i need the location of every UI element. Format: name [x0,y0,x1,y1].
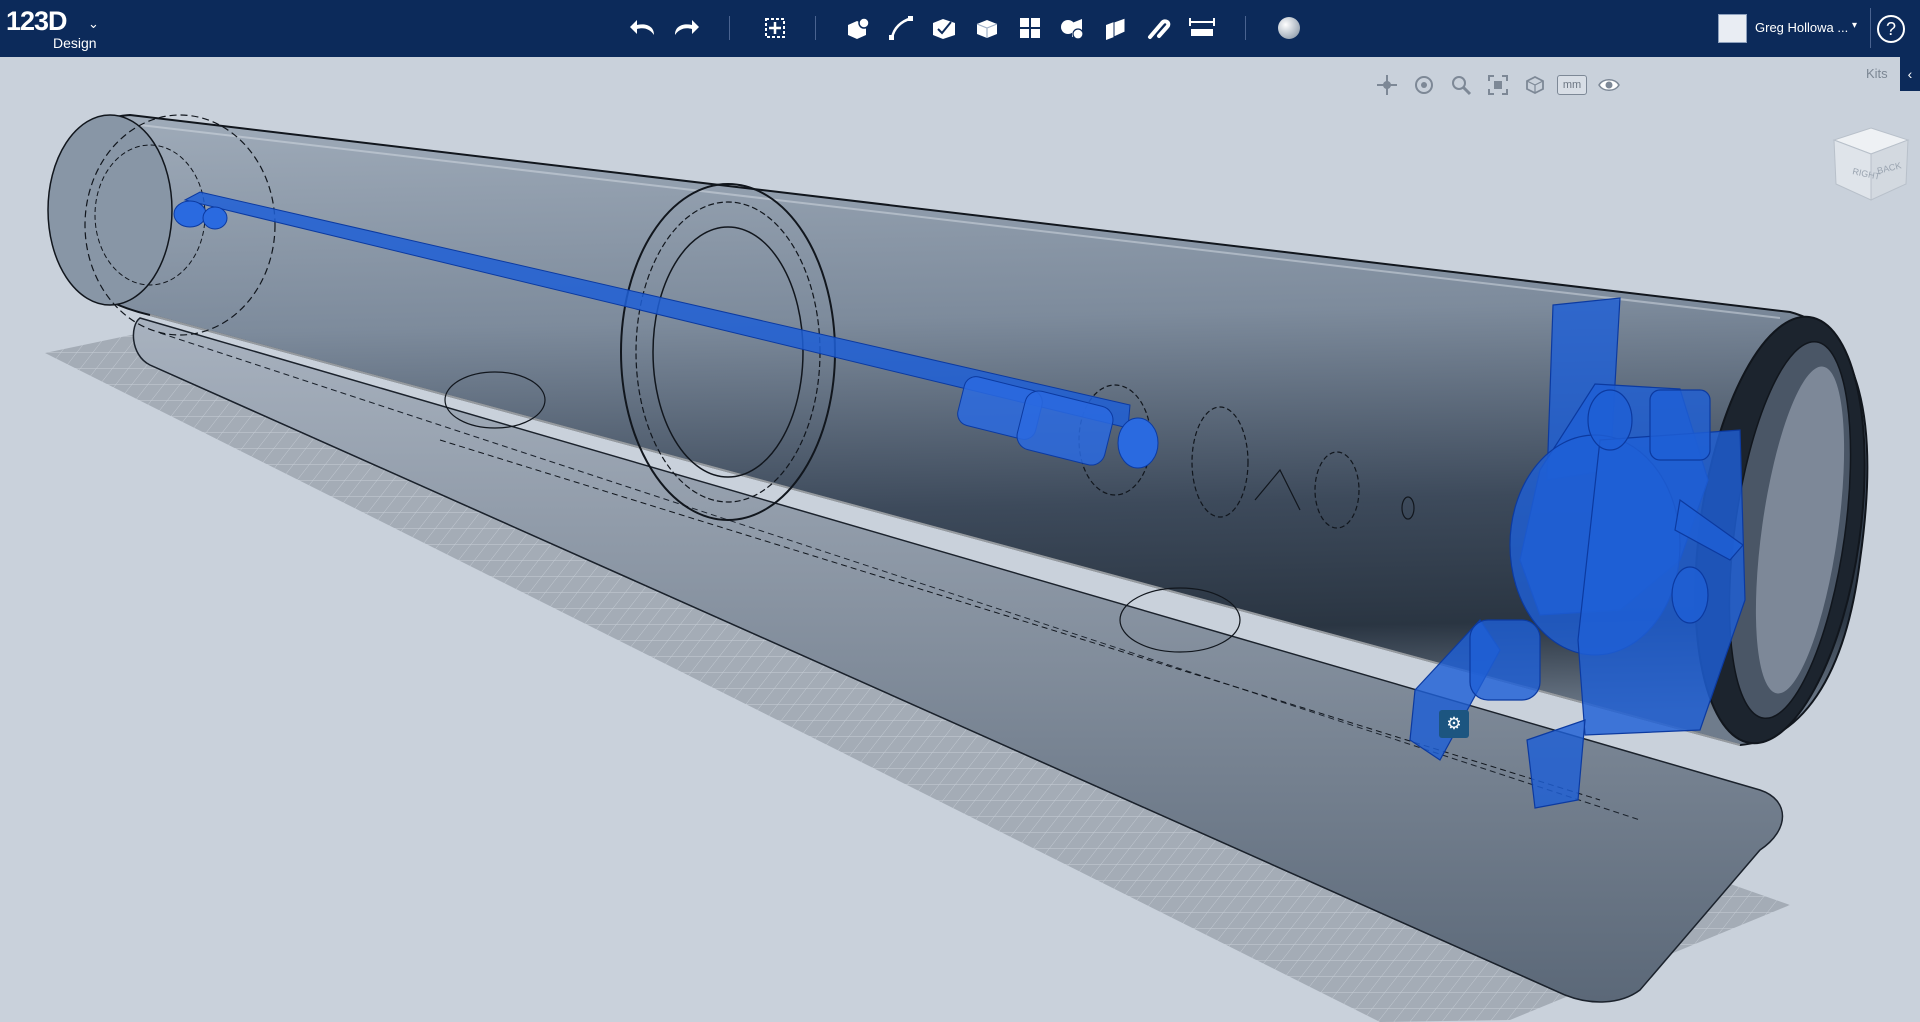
modify-button[interactable] [970,11,1004,45]
modify-icon [976,20,998,38]
units-button[interactable]: mm [1557,75,1587,95]
measure-button[interactable] [1185,11,1219,45]
undo-button[interactable] [626,11,660,45]
visibility-button[interactable] [1594,70,1624,100]
pattern-button[interactable] [1013,11,1047,45]
material-button[interactable] [1272,11,1306,45]
top-toolbar: 123D ⌄ Design Greg Hollowa ... ▾ ? [0,0,1920,57]
combine-icon [1106,17,1126,40]
redo-button[interactable] [669,11,703,45]
sketch-icon [889,16,913,40]
zoom-icon [1452,76,1472,96]
pan-button[interactable] [1372,70,1402,100]
grouping-button[interactable] [1056,11,1090,45]
toolbar-separator [1870,8,1871,48]
selection-settings-button[interactable]: ⚙ [1439,710,1469,738]
toolbar-separator [1245,16,1246,40]
view-navigation-bar: mm [1372,70,1624,100]
view-cube[interactable]: RIGHT BACK [1826,118,1916,208]
app-logo: 123D [6,6,68,36]
pattern-icon [1020,18,1040,38]
primitives-icon [848,17,870,39]
3d-viewport[interactable]: ⚙ [0,57,1920,1022]
app-logo-subtitle: Design [53,35,97,51]
view-mode-button[interactable] [1520,70,1550,100]
primitives-button[interactable] [841,11,875,45]
kits-panel-toggle[interactable]: ‹ [1900,57,1920,91]
fit-view-button[interactable] [1483,70,1513,100]
sketch-button[interactable] [884,11,918,45]
construct-button[interactable] [927,11,961,45]
kits-label[interactable]: Kits [1866,66,1888,81]
eye-icon [1598,79,1620,91]
model-scene [45,113,1869,1022]
logo-menu-chevron-icon: ⌄ [88,16,99,31]
orbit-button[interactable] [1409,70,1439,100]
snap-button[interactable] [1142,11,1176,45]
fit-icon [1488,75,1508,95]
app-logo-menu[interactable]: 123D ⌄ Design [6,6,106,52]
view-cube-graphic: RIGHT BACK [1832,127,1910,201]
toolbar-separator [729,16,730,40]
grouping-icon [1061,19,1084,40]
measure-icon [1189,18,1215,36]
help-button[interactable]: ? [1877,15,1905,43]
combine-button[interactable] [1099,11,1133,45]
orbit-icon [1415,76,1433,94]
user-name[interactable]: Greg Hollowa ... [1755,20,1848,35]
material-icon [1278,17,1300,39]
transform-button[interactable] [758,11,792,45]
snap-icon [1148,19,1171,39]
redo-icon [675,20,699,35]
construct-icon [933,19,955,39]
zoom-button[interactable] [1446,70,1476,100]
toolbar-separator [815,16,816,40]
avatar[interactable] [1718,14,1747,43]
undo-icon [630,20,654,35]
transform-icon [765,18,785,38]
pan-icon [1377,75,1397,95]
user-menu-caret-icon[interactable]: ▾ [1852,20,1857,31]
view-mode-icon [1526,75,1544,95]
